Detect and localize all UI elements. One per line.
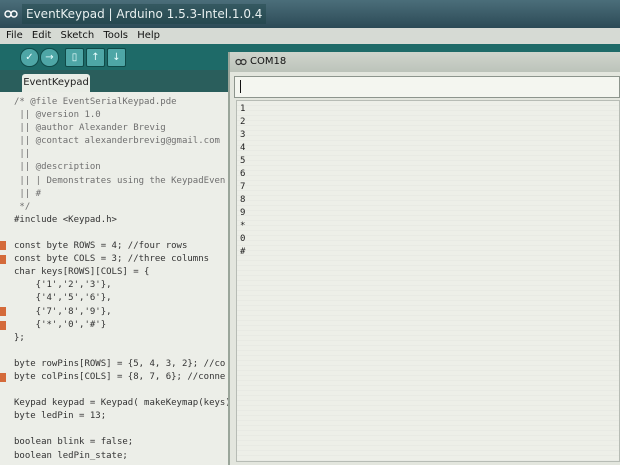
code-line: {'1','2','3'}, (14, 280, 112, 291)
menu-file[interactable]: File (6, 28, 23, 44)
gutter-marker (0, 241, 6, 250)
code-line: const byte ROWS = 4; //four rows (14, 241, 188, 252)
serial-output-line: # (240, 247, 246, 257)
code-line: || @description (14, 162, 101, 173)
new-file-icon: ▯ (71, 52, 78, 63)
open-sketch-button[interactable]: ↑ (86, 48, 105, 67)
code-line: char keys[ROWS][COLS] = { (14, 267, 150, 278)
text-caret (240, 80, 241, 93)
serial-output-line: 2 (240, 117, 246, 127)
gutter-marker (0, 307, 6, 316)
serial-output-line: 9 (240, 208, 246, 218)
code-line: boolean blink = false; (14, 437, 134, 448)
window-title: EventKeypad | Arduino 1.5.3-Intel.1.0.4 (22, 4, 267, 24)
menu-edit[interactable]: Edit (32, 28, 51, 44)
gutter-marker (0, 255, 6, 264)
serial-output-line: 6 (240, 169, 246, 179)
code-line: || @version 1.0 (14, 110, 101, 121)
menu-tools[interactable]: Tools (103, 28, 128, 44)
code-line: */ (14, 201, 31, 212)
code-editor[interactable]: /* @file EventSerialKeypad.pde || @versi… (0, 92, 231, 465)
serial-output[interactable]: 1 2 3 4 5 6 7 8 9 * 0 # (236, 100, 620, 462)
code-line: || @author Alexander Brevig (14, 123, 166, 134)
verify-icon: ✓ (25, 52, 34, 63)
serial-output-line: 3 (240, 130, 246, 140)
code-text: /* @file EventSerialKeypad.pde || @versi… (14, 96, 231, 463)
code-line: {'*','0','#'} (14, 319, 107, 330)
code-line: #include <Keypad.h> (14, 214, 117, 225)
code-line: || @contact alexanderbrevig@gmail.com (14, 136, 220, 147)
code-line: const byte COLS = 3; //three columns (14, 254, 210, 265)
menu-help[interactable]: Help (137, 28, 160, 44)
gutter-marker (0, 321, 6, 330)
serial-output-line: 1 (240, 104, 246, 114)
arduino-logo-icon (4, 10, 18, 18)
upload-button[interactable]: → (40, 48, 59, 67)
code-line: }; (14, 332, 25, 343)
serial-monitor-title-bar: COM18 (230, 52, 620, 72)
tab-eventkeypad[interactable]: EventKeypad (22, 74, 90, 92)
code-line: byte colPins[COLS] = {8, 7, 6}; //conne (14, 371, 226, 382)
code-line: {'7','8','9'}, (14, 306, 112, 317)
code-line: /* @file EventSerialKeypad.pde (14, 97, 177, 107)
code-line: byte rowPins[ROWS] = {5, 4, 3, 2}; //co (14, 358, 226, 369)
verify-button[interactable]: ✓ (20, 48, 39, 67)
new-sketch-button[interactable]: ▯ (65, 48, 84, 67)
menu-sketch[interactable]: Sketch (60, 28, 94, 44)
open-arrow-icon: ↑ (91, 52, 100, 63)
code-line: Keypad keypad = Keypad( makeKeymap(keys) (14, 398, 231, 409)
serial-output-line: 7 (240, 182, 246, 192)
arduino-logo-icon (235, 58, 247, 66)
menu-bar: File Edit Sketch Tools Help (0, 28, 620, 44)
upload-icon: → (45, 52, 54, 63)
arduino-ide-window: EventKeypad | Arduino 1.5.3-Intel.1.0.4 … (0, 0, 620, 465)
serial-output-lines: 1 2 3 4 5 6 7 8 9 * 0 # (240, 103, 245, 259)
serial-monitor-title: COM18 (250, 56, 287, 67)
serial-output-line: 5 (240, 156, 246, 166)
serial-output-line: * (240, 221, 246, 231)
code-line: {'4','5','6'}, (14, 293, 112, 304)
save-sketch-button[interactable]: ↓ (107, 48, 126, 67)
code-line: byte ledPin = 13; (14, 411, 107, 422)
save-arrow-icon: ↓ (112, 52, 121, 63)
serial-output-line: 8 (240, 195, 246, 205)
title-bar: EventKeypad | Arduino 1.5.3-Intel.1.0.4 (0, 0, 620, 28)
code-line: boolean ledPin_state; (14, 450, 128, 461)
serial-input[interactable] (234, 76, 620, 98)
gutter-marker (0, 373, 6, 382)
serial-monitor-window: COM18 1 2 3 4 5 6 7 8 9 * 0 # (228, 52, 620, 465)
serial-output-line: 4 (240, 143, 246, 153)
code-line: || (14, 149, 31, 160)
tab-bar: EventKeypad (0, 70, 230, 92)
code-line: || | Demonstrates using the KeypadEven (14, 175, 226, 186)
serial-output-line: 0 (240, 234, 246, 244)
code-line: || # (14, 188, 42, 199)
